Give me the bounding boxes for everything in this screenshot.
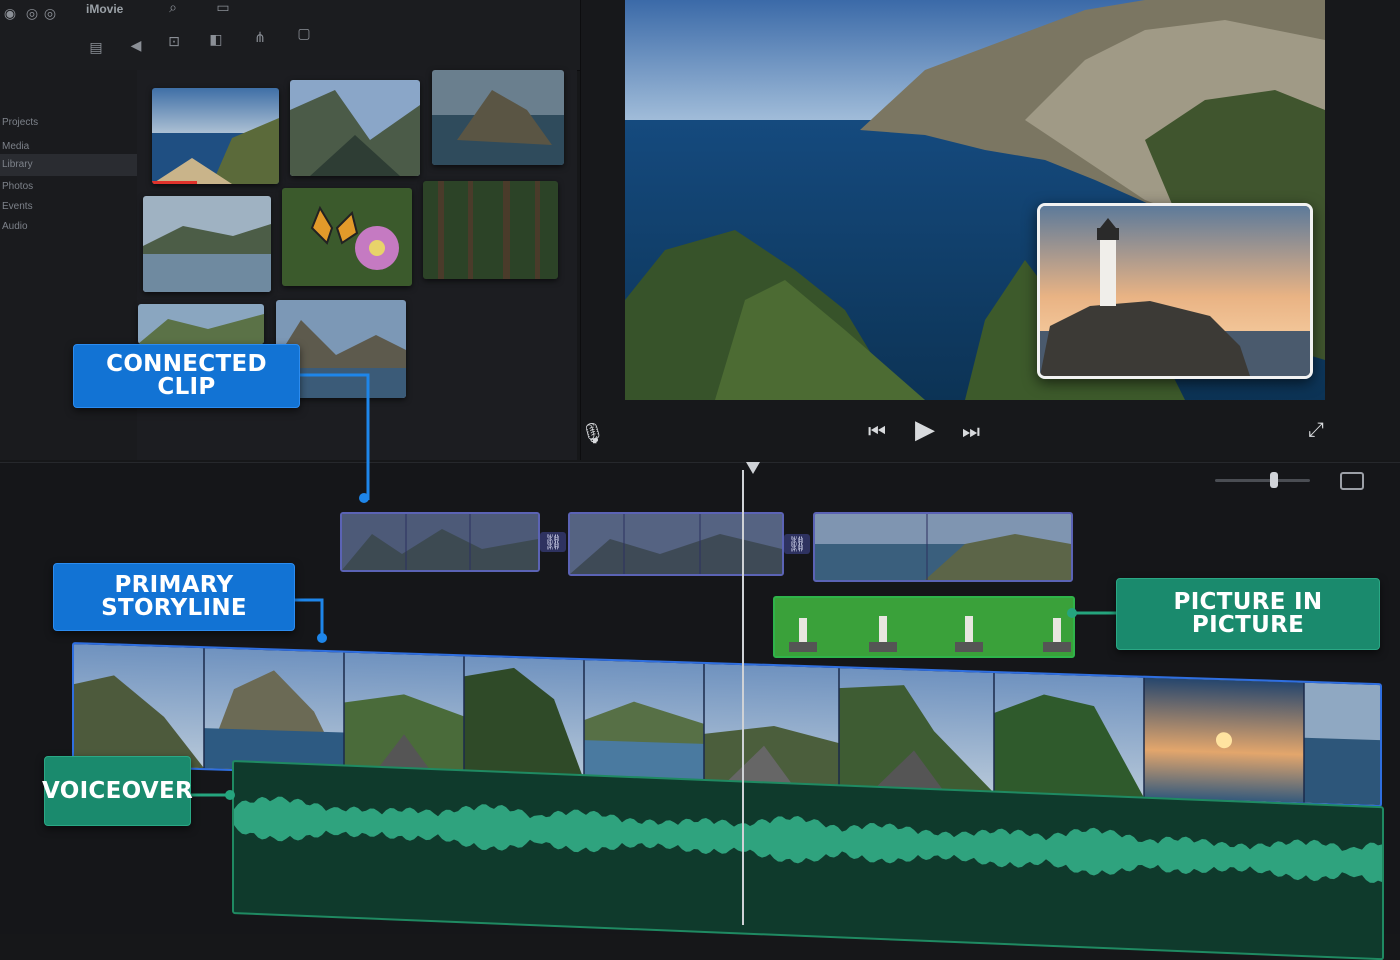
callout-picture-in-picture: PICTURE IN PICTURE xyxy=(1116,578,1380,650)
callout-voiceover: VOICEOVER xyxy=(42,756,193,826)
callout-primary-storyline: PRIMARY STORYLINE xyxy=(53,563,295,631)
callout-connectors xyxy=(190,373,1118,800)
callout-connected-clip: CONNECTED CLIP xyxy=(73,344,300,408)
